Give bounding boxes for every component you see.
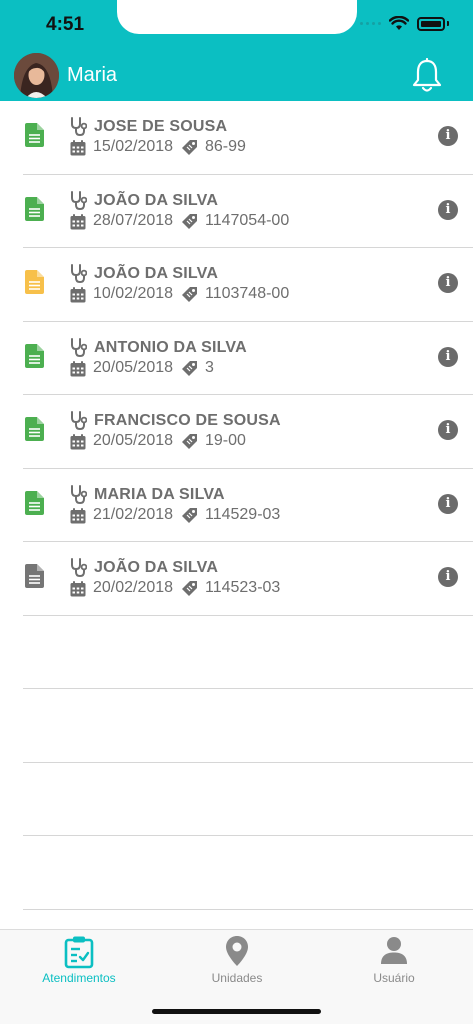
stethoscope-icon — [71, 558, 87, 577]
empty-row — [23, 689, 473, 763]
tab-atendimentos[interactable]: Atendimentos — [0, 930, 158, 990]
document-icon — [25, 196, 44, 221]
document-icon — [25, 343, 44, 368]
tab-label: Atendimentos — [42, 971, 116, 985]
appointment-date: 21/02/2018 — [93, 505, 174, 523]
document-icon — [25, 270, 44, 294]
user-icon — [381, 937, 407, 964]
tab-unidades[interactable]: Unidades — [158, 930, 316, 990]
appointment-date: 28/07/2018 — [93, 211, 174, 229]
document-icon — [25, 564, 44, 588]
appointment-row[interactable]: ANTONIO DA SILVA 20/05/2018 3 i — [23, 322, 473, 395]
appointment-date: 20/02/2018 — [93, 579, 174, 596]
info-icon[interactable]: i — [438, 493, 458, 514]
tab-usuario[interactable]: Usuário — [315, 930, 473, 990]
map-pin-icon — [226, 936, 248, 966]
calendar-icon — [70, 434, 86, 450]
appointment-code: 114529-03 — [205, 505, 281, 523]
info-icon[interactable]: i — [438, 420, 458, 440]
device-notch — [117, 0, 357, 34]
stethoscope-icon — [71, 117, 87, 136]
empty-row — [23, 616, 473, 689]
appointment-code: 114523-03 — [205, 579, 281, 596]
stethoscope-icon — [71, 411, 87, 430]
appointment-row[interactable]: JOSE DE SOUSA 15/02/2018 86-99 i — [23, 101, 473, 175]
wifi-icon — [389, 16, 409, 30]
appointment-code: 1147054-00 — [205, 211, 290, 229]
patient-name: MARIA DA SILVA — [94, 485, 225, 503]
appointment-code: 3 — [205, 358, 214, 376]
calendar-icon — [70, 360, 86, 376]
tab-label: Unidades — [211, 971, 263, 985]
document-icon — [25, 490, 44, 515]
signal-icon — [360, 22, 381, 25]
calendar-icon — [70, 581, 86, 597]
stethoscope-icon — [71, 337, 87, 357]
appointment-code: 1103748-00 — [205, 285, 290, 302]
patient-name: FRANCISCO DE SOUSA — [94, 412, 281, 429]
status-bar: 4:51 — [0, 0, 473, 50]
ticket-icon — [182, 140, 197, 155]
patient-name: JOÃO DA SILVA — [94, 191, 219, 209]
stethoscope-icon — [71, 264, 87, 283]
bell-icon[interactable] — [411, 58, 443, 94]
patient-name: JOÃO DA SILVA — [94, 265, 219, 282]
tab-label: Usuário — [373, 971, 415, 985]
battery-icon — [417, 16, 445, 31]
appointment-list: JOSE DE SOUSA 15/02/2018 86-99 i JOÃO DA… — [0, 101, 473, 910]
patient-name: ANTONIO DA SILVA — [94, 338, 247, 356]
ticket-icon — [182, 360, 197, 376]
document-icon — [25, 417, 44, 441]
user-name: Maria — [67, 64, 118, 86]
calendar-icon — [70, 213, 86, 229]
appointment-row[interactable]: JOÃO DA SILVA 20/02/2018 114523-03 i — [23, 542, 473, 616]
appointment-date: 10/02/2018 — [93, 285, 174, 302]
info-icon[interactable]: i — [438, 199, 458, 220]
appointment-code: 86-99 — [205, 138, 246, 155]
info-icon[interactable]: i — [438, 273, 458, 293]
appointment-row[interactable]: FRANCISCO DE SOUSA 20/05/2018 19-00 i — [23, 395, 473, 469]
document-icon — [25, 123, 44, 147]
appointment-row[interactable]: JOÃO DA SILVA 10/02/2018 1103748-00 i — [23, 248, 473, 322]
appointment-row[interactable]: JOÃO DA SILVA 28/07/2018 1147054-00 i — [23, 175, 473, 248]
appointment-row[interactable]: MARIA DA SILVA 21/02/2018 114529-03 i — [23, 469, 473, 542]
status-time: 4:51 — [46, 14, 85, 35]
appointment-code: 19-00 — [205, 432, 246, 449]
ticket-icon — [182, 287, 197, 302]
info-icon[interactable]: i — [438, 346, 458, 367]
patient-name: JOÃO DA SILVA — [94, 559, 219, 576]
clipboard-check-icon — [64, 936, 94, 969]
appointment-date: 20/05/2018 — [93, 432, 174, 449]
calendar-icon — [70, 287, 86, 303]
appointment-date: 20/05/2018 — [93, 358, 174, 376]
empty-row — [23, 763, 473, 836]
ticket-icon — [182, 213, 197, 229]
status-icons — [360, 16, 449, 31]
ticket-icon — [182, 581, 197, 596]
info-icon[interactable]: i — [438, 126, 458, 146]
info-icon[interactable]: i — [438, 567, 458, 587]
ticket-icon — [182, 507, 197, 523]
stethoscope-icon — [71, 484, 87, 504]
calendar-icon — [70, 507, 86, 523]
ticket-icon — [182, 434, 197, 449]
app-header: 4:51 Maria — [0, 0, 473, 101]
home-indicator — [152, 1009, 321, 1014]
avatar[interactable] — [14, 53, 59, 98]
appointment-date: 15/02/2018 — [93, 138, 174, 155]
empty-row — [23, 836, 473, 910]
calendar-icon — [70, 140, 86, 156]
patient-name: JOSE DE SOUSA — [94, 118, 228, 135]
avatar-photo — [14, 53, 59, 98]
stethoscope-icon — [71, 190, 87, 210]
